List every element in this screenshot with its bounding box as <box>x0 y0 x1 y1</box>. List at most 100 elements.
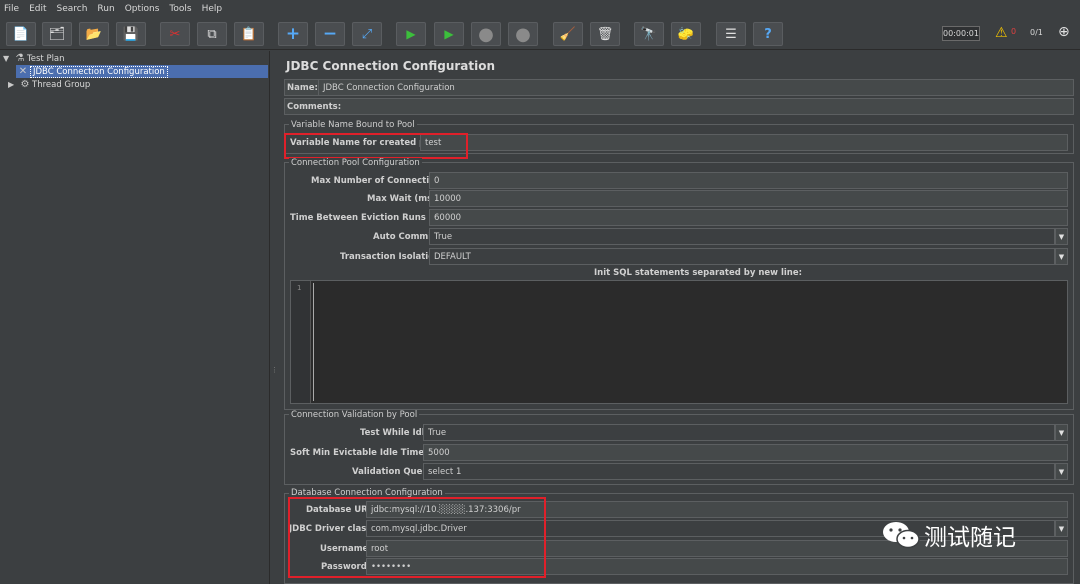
editor-panel: JDBC Connection Configuration Name: JDBC… <box>278 51 1080 584</box>
comments-label: Comments: <box>287 102 342 112</box>
menu-tools[interactable]: Tools <box>169 4 191 14</box>
menu-options[interactable]: Options <box>125 4 160 14</box>
tree-item-label: Thread Group <box>32 79 91 90</box>
shutdown-icon: ● <box>515 23 531 45</box>
save-icon: 💾 <box>122 26 140 42</box>
start-no-pause-button[interactable]: ▶ <box>434 22 464 46</box>
test-idle-select[interactable]: True <box>423 424 1055 441</box>
elapsed-timer: 00:00:01 <box>942 26 980 41</box>
comments-row <box>284 98 1074 115</box>
collapse-icon: − <box>322 24 338 44</box>
expanded-icon[interactable]: ▼ <box>3 54 13 63</box>
open-icon: 📂 <box>85 26 103 42</box>
tree-item-jdbc-config[interactable]: ✕ JDBC Connection Configuration <box>16 65 268 78</box>
toolbar: 📄 🗂 📂 💾 ✂ ⧉ 📋 + − ⤢ ▶ ▶ ● ● 🧹 🗑 🔭 🧽 ☰ ? <box>0 18 1080 50</box>
name-field[interactable]: JDBC Connection Configuration <box>318 79 1074 96</box>
cut-icon: ✂ <box>169 26 181 42</box>
highlight-box <box>284 133 468 159</box>
search-button[interactable]: 🔭 <box>634 22 664 46</box>
stop-icon: ● <box>478 23 494 45</box>
split-pane-divider[interactable]: ⋮ <box>270 51 278 584</box>
max-connections-field[interactable]: 0 <box>429 172 1068 189</box>
menu-help[interactable]: Help <box>202 4 223 14</box>
help-icon: ? <box>764 26 772 42</box>
eviction-field[interactable]: 60000 <box>429 209 1068 226</box>
menu-file[interactable]: File <box>4 4 19 14</box>
variable-group-title: Variable Name Bound to Pool <box>289 120 417 130</box>
collapse-button[interactable]: − <box>315 22 345 46</box>
init-sql-editor[interactable]: 1 <box>290 280 1068 404</box>
collapsed-icon[interactable]: ▶ <box>8 80 18 89</box>
save-button[interactable]: 💾 <box>116 22 146 46</box>
search-icon: 🔭 <box>640 26 658 42</box>
menu-edit[interactable]: Edit <box>29 4 46 14</box>
wechat-icon <box>880 519 924 551</box>
remote-start-icon[interactable]: ⊕ <box>1058 24 1070 40</box>
clear-all-button[interactable]: 🗑 <box>590 22 620 46</box>
tree-item-label: Test Plan <box>27 53 65 64</box>
templates-icon: 🗂 <box>48 26 66 42</box>
reset-search-button[interactable]: 🧽 <box>671 22 701 46</box>
chevron-down-icon[interactable]: ▼ <box>1055 248 1068 265</box>
start-button[interactable]: ▶ <box>396 22 426 46</box>
help-button[interactable]: ? <box>753 22 783 46</box>
auto-commit-select[interactable]: True <box>429 228 1055 245</box>
stop-button[interactable]: ● <box>471 22 501 46</box>
start-icon: ▶ <box>406 27 416 41</box>
chevron-down-icon[interactable]: ▼ <box>1055 228 1068 245</box>
page-title: JDBC Connection Configuration <box>286 59 496 73</box>
new-button[interactable]: 📄 <box>6 22 36 46</box>
open-button[interactable]: 📂 <box>79 22 109 46</box>
templates-button[interactable]: 🗂 <box>42 22 72 46</box>
flask-icon: ⚗ <box>15 53 25 64</box>
tree-item-test-plan[interactable]: ▼ ⚗ Test Plan <box>3 52 65 65</box>
clear-all-icon: 🗑 <box>596 26 614 42</box>
highlight-box <box>288 497 546 578</box>
gear-icon: ⚙ <box>20 79 30 90</box>
divider-grip-icon: ⋮ <box>271 366 278 374</box>
paste-button[interactable]: 📋 <box>234 22 264 46</box>
reset-search-icon: 🧽 <box>677 26 695 42</box>
pool-group-title: Connection Pool Configuration <box>289 158 422 168</box>
menu-run[interactable]: Run <box>97 4 114 14</box>
clear-button[interactable]: 🧹 <box>553 22 583 46</box>
warning-icon[interactable]: ⚠ <box>995 25 1008 41</box>
function-helper-button[interactable]: ☰ <box>716 22 746 46</box>
chevron-down-icon[interactable]: ▼ <box>1055 424 1068 441</box>
toggle-button[interactable]: ⤢ <box>352 22 382 46</box>
clear-icon: 🧹 <box>559 26 577 42</box>
name-label: Name: <box>287 83 318 93</box>
paste-icon: 📋 <box>240 26 258 42</box>
toggle-icon: ⤢ <box>361 26 373 42</box>
function-helper-icon: ☰ <box>725 26 737 42</box>
init-sql-label: Init SQL statements separated by new lin… <box>594 268 803 278</box>
line-gutter: 1 <box>291 281 311 403</box>
warning-count: 0 <box>1011 27 1017 36</box>
start-no-pause-icon: ▶ <box>444 27 454 41</box>
chevron-down-icon[interactable]: ▼ <box>1055 520 1068 537</box>
text-caret <box>313 283 314 401</box>
variable-name-field[interactable]: test <box>420 134 1068 151</box>
expand-icon: + <box>285 24 301 44</box>
max-wait-field[interactable]: 10000 <box>429 190 1068 207</box>
wrench-icon: ✕ <box>18 66 28 77</box>
isolation-label: Transaction Isolation: <box>340 252 444 262</box>
validation-group-title: Connection Validation by Pool <box>289 410 420 420</box>
new-icon: 📄 <box>12 26 30 42</box>
tree-item-label: JDBC Connection Configuration <box>30 65 168 78</box>
tree-item-thread-group[interactable]: ▶ ⚙ Thread Group <box>8 78 90 91</box>
copy-icon: ⧉ <box>207 26 217 42</box>
active-threads: 0/1 <box>1030 28 1043 37</box>
menu-bar: File Edit Search Run Options Tools Help <box>0 0 1080 17</box>
menu-search[interactable]: Search <box>57 4 88 14</box>
isolation-select[interactable]: DEFAULT <box>429 248 1055 265</box>
watermark-label: 测试随记 <box>924 525 1016 551</box>
chevron-down-icon[interactable]: ▼ <box>1055 463 1068 480</box>
validation-query-select[interactable]: select 1 <box>423 463 1055 480</box>
shutdown-button[interactable]: ● <box>508 22 538 46</box>
cut-button[interactable]: ✂ <box>160 22 190 46</box>
soft-min-field[interactable]: 5000 <box>423 444 1068 461</box>
expand-button[interactable]: + <box>278 22 308 46</box>
copy-button[interactable]: ⧉ <box>197 22 227 46</box>
line-number: 1 <box>297 284 302 292</box>
